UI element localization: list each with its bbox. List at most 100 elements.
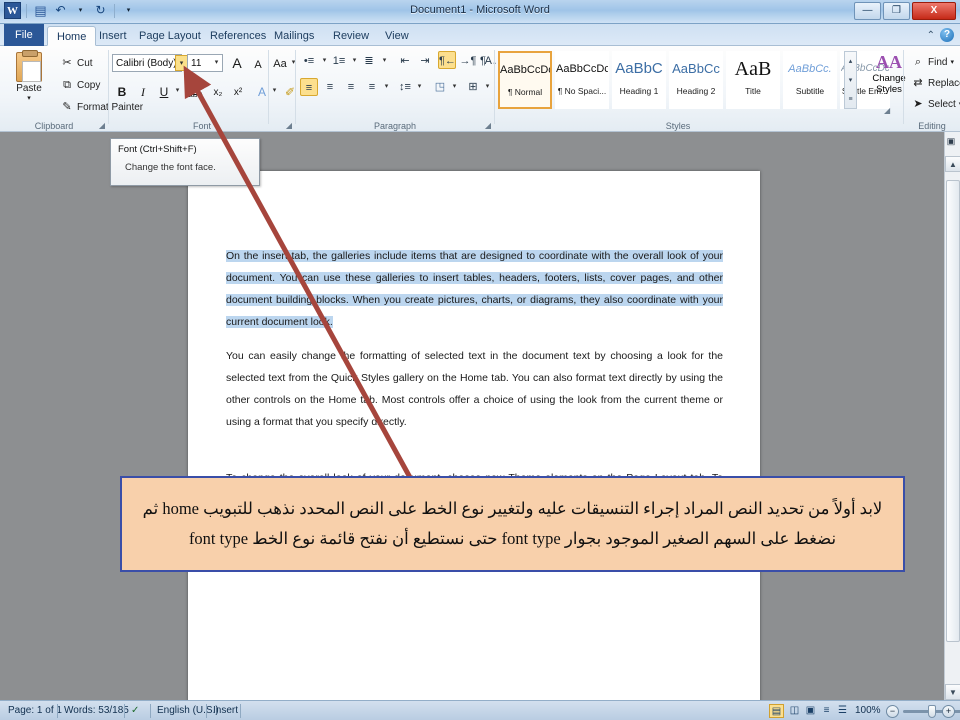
close-button[interactable]: X (912, 2, 956, 20)
scroll-down-button[interactable]: ▼ (945, 684, 960, 700)
copy-icon: ⧉ (63, 79, 71, 91)
select-button[interactable]: ➤ Select ▾ (907, 94, 960, 113)
copy-label: Copy (77, 79, 101, 91)
scroll-thumb[interactable] (946, 180, 960, 642)
shading-icon[interactable]: ◳ (431, 78, 449, 96)
font-name-input[interactable]: Calibri (Body) (112, 54, 182, 72)
styles-gallery-scrollbar[interactable]: ▴ ▾ ≡ (844, 51, 857, 109)
bold-button[interactable]: B (112, 82, 132, 102)
zoom-level-label[interactable]: 100% (855, 704, 881, 718)
style-preview: AaBbCcDc (556, 63, 608, 75)
strikethrough-button[interactable]: abc (185, 84, 205, 104)
align-center-icon[interactable]: ≡ (321, 78, 339, 96)
help-icon[interactable]: ? (940, 28, 954, 42)
grow-font-icon[interactable]: A (227, 53, 247, 73)
multilevel-list-icon[interactable]: ≣ (360, 52, 378, 70)
ribbon-tab-strip: File Home Insert Page Layout References … (0, 24, 960, 46)
view-web-layout-icon[interactable]: ▣ (803, 704, 818, 718)
zoom-in-button[interactable]: + (942, 705, 955, 718)
scroll-up-button[interactable]: ▲ (945, 156, 960, 172)
proofing-errors-icon[interactable]: ✓ (131, 704, 139, 718)
document-page[interactable]: On the insert tab, the galleries include… (188, 171, 760, 709)
clipboard-dialog-launcher-icon[interactable]: ◢ (99, 121, 105, 130)
borders-icon[interactable]: ⊞ (464, 78, 482, 96)
rtl-text-direction-icon[interactable]: ¶← (438, 51, 456, 69)
style-preview: AaBbCcDc (500, 64, 550, 76)
style-title[interactable]: AaB Title (726, 51, 780, 109)
style-heading-1[interactable]: AaBbC Heading 1 (612, 51, 666, 109)
view-full-screen-reading-icon[interactable]: ◫ (787, 704, 802, 718)
view-print-layout-icon[interactable]: ▤ (769, 704, 784, 718)
select-browse-object-icon[interactable]: ▣ (944, 136, 958, 147)
align-right-icon[interactable]: ≡ (342, 78, 360, 96)
style-heading-2[interactable]: AaBbCc Heading 2 (669, 51, 723, 109)
subscript-button[interactable]: x₂ (208, 83, 228, 103)
view-draft-icon[interactable]: ☰ (835, 704, 850, 718)
paste-button[interactable]: Paste ▾ (6, 50, 52, 116)
line-spacing-icon[interactable]: ↕≡ (396, 78, 414, 96)
borders-dropdown-arrow[interactable]: ▾ (481, 79, 494, 95)
style-name: Title (745, 86, 761, 96)
paste-dropdown-icon[interactable]: ▾ (6, 94, 52, 102)
underline-dropdown-arrow[interactable]: ▾ (171, 83, 184, 99)
style-subtitle[interactable]: AaBbCc. Subtitle (783, 51, 837, 109)
style-name: Subtitle (795, 86, 825, 96)
status-insert-mode[interactable]: Insert (213, 704, 238, 718)
find-button[interactable]: ⌕ Find ▾ (907, 52, 958, 71)
window-controls[interactable]: — ❐ X (854, 2, 956, 20)
document-paragraph-1[interactable]: On the insert tab, the galleries include… (226, 245, 723, 333)
status-page-number[interactable]: Page: 1 of 1 (8, 704, 62, 718)
document-canvas[interactable]: On the insert tab, the galleries include… (0, 132, 960, 709)
shrink-font-icon[interactable]: A (248, 55, 268, 75)
ribbon-help-area[interactable]: ⌃ ? (927, 28, 954, 42)
multilevel-dropdown-arrow[interactable]: ▾ (378, 53, 391, 69)
decrease-indent-icon[interactable]: ⇤ (396, 52, 414, 70)
style-normal[interactable]: AaBbCcDc ¶ Normal (498, 51, 552, 109)
styles-more-icon[interactable]: ≡ (845, 90, 856, 109)
copy-button[interactable]: ⧉ Copy (56, 76, 104, 94)
document-paragraph-2[interactable]: You can easily change the formatting of … (226, 345, 723, 433)
show-formatting-marks-icon[interactable]: ¶ (474, 52, 492, 70)
status-language[interactable]: English (U.S.) (157, 704, 219, 718)
styles-scroll-up-icon[interactable]: ▴ (845, 52, 856, 71)
tab-page-layout[interactable]: Page Layout (130, 26, 210, 46)
zoom-slider-thumb[interactable] (928, 705, 936, 718)
paragraph-dialog-launcher-icon[interactable]: ◢ (485, 121, 491, 130)
align-left-icon[interactable]: ≡ (300, 78, 318, 96)
cut-button[interactable]: ✂ Cut (56, 54, 97, 72)
zoom-out-button[interactable]: − (886, 705, 899, 718)
numbering-icon[interactable]: 1≡ (330, 52, 348, 70)
replace-button[interactable]: ⇄ Replace (907, 73, 960, 92)
view-outline-icon[interactable]: ≡ (819, 704, 834, 718)
superscript-button[interactable]: x² (228, 83, 248, 103)
tab-mailings[interactable]: Mailings (265, 26, 323, 46)
tab-review[interactable]: Review (324, 26, 378, 46)
bullets-icon[interactable]: •≡ (300, 52, 318, 70)
tab-file[interactable]: File (4, 24, 44, 46)
increase-indent-icon[interactable]: ⇥ (416, 52, 434, 70)
find-dropdown-icon[interactable]: ▾ (950, 58, 954, 66)
ribbon-group-paragraph: •≡ ▾ 1≡ ▾ ≣ ▾ ⇤ ⇥ ¶← →¶ A↓ ≡ ≡ ≡ ≡ ▾ ↕≡ … (296, 46, 497, 132)
font-dialog-launcher-icon[interactable]: ◢ (286, 121, 292, 130)
find-label: Find (928, 56, 948, 68)
vertical-scrollbar[interactable]: ▣ ▲ ▼ (944, 132, 960, 700)
styles-scroll-down-icon[interactable]: ▾ (845, 71, 856, 90)
font-size-dropdown-arrow[interactable]: ▾ (210, 55, 223, 71)
minimize-button[interactable]: — (854, 2, 881, 20)
line-spacing-dropdown-arrow[interactable]: ▾ (413, 79, 426, 95)
tab-home[interactable]: Home (47, 26, 97, 46)
italic-button[interactable]: I (133, 82, 153, 102)
clipboard-group-label: Clipboard (34, 121, 74, 131)
annotation-textbox[interactable]: لابد أولاً من تحديد النص المراد إجراء ال… (120, 476, 905, 572)
justify-icon[interactable]: ≡ (363, 78, 381, 96)
cut-label: Cut (77, 57, 93, 69)
tab-insert[interactable]: Insert (90, 26, 136, 46)
shading-dropdown-arrow[interactable]: ▾ (448, 79, 461, 95)
replace-icon: ⇄ (913, 77, 923, 89)
collapse-ribbon-icon[interactable]: ⌃ (927, 30, 935, 41)
tab-view[interactable]: View (376, 26, 418, 46)
status-word-count[interactable]: Words: 53/185 (64, 704, 129, 718)
justify-dropdown-arrow[interactable]: ▾ (380, 79, 393, 95)
restore-button[interactable]: ❐ (883, 2, 910, 20)
style-no-spacing[interactable]: AaBbCcDc ¶ No Spaci... (555, 51, 609, 109)
